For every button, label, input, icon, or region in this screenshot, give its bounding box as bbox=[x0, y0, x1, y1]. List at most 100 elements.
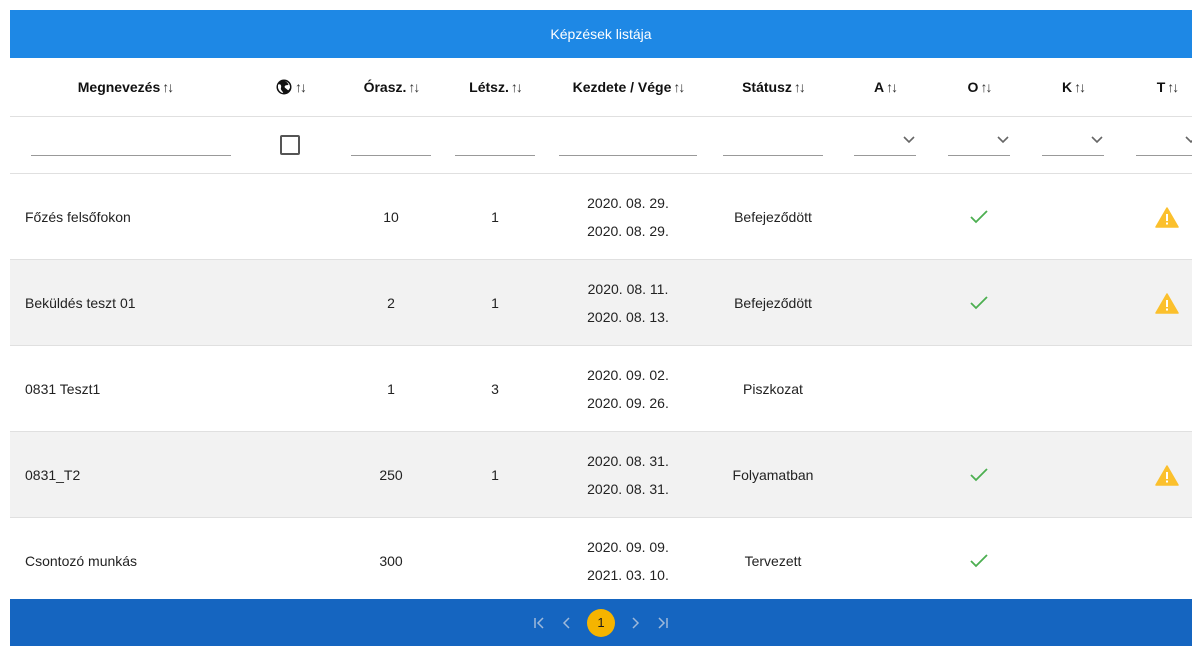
table-row[interactable]: 0831 Teszt1 1 3 2020. 09. 02. 2020. 09. … bbox=[10, 346, 1192, 432]
hours-value: 2 bbox=[387, 294, 395, 311]
filter-public-cell bbox=[240, 117, 340, 173]
column-header-a[interactable]: A ↑↓ bbox=[838, 58, 932, 116]
filter-t-cell bbox=[1120, 117, 1192, 173]
next-page-button[interactable] bbox=[621, 609, 649, 637]
sort-icon[interactable]: ↑↓ bbox=[794, 79, 806, 95]
end-date: 2021. 03. 10. bbox=[587, 566, 669, 583]
sort-icon[interactable]: ↑↓ bbox=[408, 79, 420, 95]
o-cell bbox=[932, 174, 1026, 259]
filter-a-select[interactable] bbox=[854, 134, 916, 156]
check-icon bbox=[970, 209, 988, 223]
prev-page-button[interactable] bbox=[553, 609, 581, 637]
a-cell bbox=[838, 260, 932, 345]
filter-t-select[interactable] bbox=[1136, 134, 1192, 156]
filter-dates-input[interactable] bbox=[559, 134, 697, 156]
table-row[interactable]: Főzés felsőfokon 10 1 2020. 08. 29. 2020… bbox=[10, 174, 1192, 260]
filter-status-cell bbox=[708, 117, 838, 173]
training-name: Főzés felsőfokon bbox=[25, 208, 131, 225]
table-row[interactable]: Csontozó munkás 300 2020. 09. 09. 2021. … bbox=[10, 518, 1192, 604]
status-value: Piszkozat bbox=[743, 380, 803, 397]
filter-o-select[interactable] bbox=[948, 134, 1010, 156]
column-header-k[interactable]: K ↑↓ bbox=[1026, 58, 1120, 116]
chevron-down-icon bbox=[997, 136, 1009, 144]
start-date: 2020. 09. 09. bbox=[587, 538, 669, 555]
warning-icon bbox=[1155, 206, 1179, 228]
filter-hours-input[interactable] bbox=[351, 134, 431, 156]
column-header-hours[interactable]: Órasz. ↑↓ bbox=[340, 58, 442, 116]
k-cell bbox=[1026, 518, 1120, 603]
filter-dates-cell bbox=[548, 117, 708, 173]
sort-icon[interactable]: ↑↓ bbox=[295, 79, 307, 95]
public-cell bbox=[240, 432, 340, 517]
t-cell bbox=[1120, 518, 1192, 603]
pagination-bar: 1 bbox=[10, 599, 1192, 646]
sort-icon[interactable]: ↑↓ bbox=[673, 79, 685, 95]
column-header-dates-label: Kezdete / Vége bbox=[572, 79, 672, 95]
column-header-name[interactable]: Megnevezés ↑↓ bbox=[10, 58, 240, 116]
column-header-t-label: T bbox=[1156, 79, 1166, 95]
chevron-down-icon bbox=[1185, 136, 1192, 144]
filter-name-input[interactable] bbox=[31, 134, 231, 156]
filter-public-checkbox[interactable] bbox=[280, 135, 300, 155]
sort-icon[interactable]: ↑↓ bbox=[980, 79, 992, 95]
warning-icon bbox=[1155, 464, 1179, 486]
filter-row bbox=[10, 117, 1192, 174]
t-cell bbox=[1120, 260, 1192, 345]
o-cell bbox=[932, 260, 1026, 345]
column-header-status-label: Státusz bbox=[742, 79, 792, 95]
o-cell bbox=[932, 518, 1026, 603]
filter-status-input[interactable] bbox=[723, 134, 823, 156]
column-header-name-label: Megnevezés bbox=[77, 79, 161, 95]
column-header-hours-label: Órasz. bbox=[363, 79, 407, 95]
sort-icon[interactable]: ↑↓ bbox=[1074, 79, 1086, 95]
date-range: 2020. 09. 09. 2021. 03. 10. bbox=[548, 518, 708, 603]
column-header-headcount[interactable]: Létsz. ↑↓ bbox=[442, 58, 548, 116]
public-cell bbox=[240, 174, 340, 259]
filter-hours-cell bbox=[340, 117, 442, 173]
column-header-public[interactable]: ↑↓ bbox=[240, 58, 340, 116]
a-cell bbox=[838, 432, 932, 517]
training-name: 0831 Teszt1 bbox=[25, 380, 101, 397]
column-header-a-label: A bbox=[873, 79, 885, 95]
k-cell bbox=[1026, 346, 1120, 431]
end-date: 2020. 08. 29. bbox=[587, 222, 669, 239]
sort-icon[interactable]: ↑↓ bbox=[511, 79, 523, 95]
hours-value: 10 bbox=[383, 208, 399, 225]
first-page-button[interactable] bbox=[525, 609, 553, 637]
filter-headcount-input[interactable] bbox=[455, 134, 535, 156]
filter-headcount-cell bbox=[442, 117, 548, 173]
column-header-status[interactable]: Státusz ↑↓ bbox=[708, 58, 838, 116]
date-range: 2020. 08. 31. 2020. 08. 31. bbox=[548, 432, 708, 517]
chevron-left-icon bbox=[562, 616, 570, 629]
sort-icon[interactable]: ↑↓ bbox=[886, 79, 898, 95]
filter-k-select[interactable] bbox=[1042, 134, 1104, 156]
column-header-dates[interactable]: Kezdete / Vége ↑↓ bbox=[548, 58, 708, 116]
filter-name-cell bbox=[10, 117, 240, 173]
t-cell bbox=[1120, 346, 1192, 431]
column-header-t[interactable]: T ↑↓ bbox=[1120, 58, 1192, 116]
table-row[interactable]: 0831_T2 250 1 2020. 08. 31. 2020. 08. 31… bbox=[10, 432, 1192, 518]
start-date: 2020. 08. 29. bbox=[587, 194, 669, 211]
sort-icon[interactable]: ↑↓ bbox=[162, 79, 174, 95]
panel-title: Képzések listája bbox=[10, 10, 1192, 58]
end-date: 2020. 08. 13. bbox=[587, 308, 669, 325]
sort-icon[interactable]: ↑↓ bbox=[1167, 79, 1179, 95]
current-page-button[interactable]: 1 bbox=[587, 608, 615, 637]
a-cell bbox=[838, 174, 932, 259]
start-date: 2020. 09. 02. bbox=[587, 366, 669, 383]
hours-value: 250 bbox=[379, 466, 403, 483]
hours-value: 1 bbox=[387, 380, 395, 397]
public-cell bbox=[240, 518, 340, 603]
o-cell bbox=[932, 432, 1026, 517]
end-date: 2020. 08. 31. bbox=[587, 480, 669, 497]
a-cell bbox=[838, 346, 932, 431]
column-header-o[interactable]: O ↑↓ bbox=[932, 58, 1026, 116]
chevron-down-icon bbox=[1091, 136, 1103, 144]
last-page-button[interactable] bbox=[649, 609, 677, 637]
start-date: 2020. 08. 11. bbox=[587, 280, 669, 297]
k-cell bbox=[1026, 174, 1120, 259]
training-name: Csontozó munkás bbox=[25, 552, 138, 569]
training-name: 0831_T2 bbox=[25, 466, 81, 483]
column-header-headcount-label: Létsz. bbox=[469, 79, 509, 95]
table-row[interactable]: Beküldés teszt 01 2 1 2020. 08. 11. 2020… bbox=[10, 260, 1192, 346]
